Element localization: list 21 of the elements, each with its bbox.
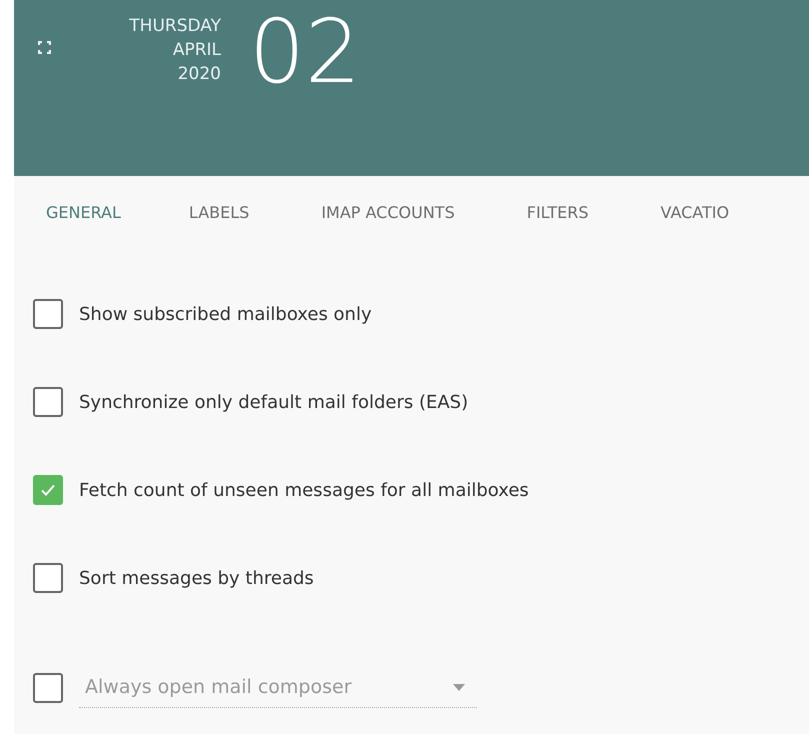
dropdown-field[interactable]: Always open mail composer: [79, 668, 477, 708]
month-text: APRIL: [172, 39, 221, 62]
option-label: Synchronize only default mail folders (EAS): [79, 390, 468, 414]
weekday-text: THURSDAY: [129, 15, 221, 38]
tab[interactable]: IMAP ACCOUNTS: [285, 176, 491, 240]
caret-icon: [453, 684, 465, 691]
option-label: Show subscribed mailboxes only: [79, 302, 372, 326]
day-number: 02: [249, 2, 361, 102]
option-label: Fetch count of unseen messages for all mailboxes: [79, 478, 529, 502]
tab[interactable]: FILTERS: [490, 176, 625, 240]
year-text: 2020: [178, 63, 221, 86]
fullscreen-icon[interactable]: [38, 41, 51, 54]
checkbox[interactable]: [33, 673, 63, 703]
tab[interactable]: LABELS: [152, 176, 286, 240]
tab[interactable]: GENERAL: [14, 176, 153, 240]
tab[interactable]: VACATIO: [624, 176, 766, 240]
option-label: Sort messages by threads: [79, 566, 314, 590]
checkbox[interactable]: [33, 475, 63, 505]
checkbox[interactable]: [33, 387, 63, 417]
checkbox[interactable]: [33, 563, 63, 593]
checkbox[interactable]: [33, 299, 63, 329]
